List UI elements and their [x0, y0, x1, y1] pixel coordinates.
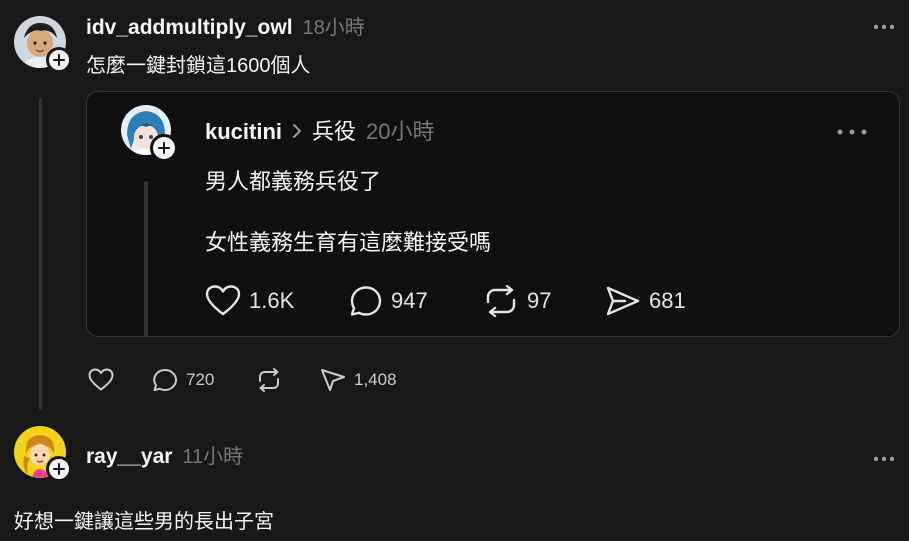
plus-icon — [53, 463, 65, 475]
thread-line — [39, 98, 42, 410]
repost-icon — [486, 285, 516, 317]
post1-time[interactable]: 18小時 — [303, 11, 365, 40]
comment-icon — [350, 286, 382, 316]
quoted-post-card[interactable]: kucitini 兵役 20小時 男人都義務兵役了 女性義務生育有這麼難接受嗎 … — [86, 91, 900, 337]
quoted-reply-count: 947 — [391, 288, 428, 313]
quoted-thread-line — [144, 181, 148, 337]
more-options-button[interactable] — [873, 17, 895, 35]
post1-share-button[interactable]: 1,408 — [320, 368, 397, 392]
chevron-right-icon — [292, 122, 302, 145]
quoted-reply-button[interactable]: 947 — [349, 285, 428, 317]
quoted-time[interactable]: 20小時 — [366, 114, 434, 146]
heart-icon — [88, 368, 114, 391]
send-icon — [321, 369, 345, 391]
quoted-text-line2: 女性義務生育有這麼難接受嗎 — [205, 230, 492, 255]
post1-reply-count: 720 — [186, 370, 215, 389]
post1-like-button[interactable] — [88, 368, 114, 392]
quoted-like-button[interactable]: 1.6K — [205, 285, 294, 317]
follow-plus-button[interactable] — [46, 47, 72, 73]
post2-follow-plus-button[interactable] — [46, 456, 72, 482]
post1-text: 怎麼一鍵封鎖這1600個人 — [86, 55, 311, 77]
post1-repost-button[interactable] — [256, 368, 282, 392]
post2-time[interactable]: 11小時 — [182, 440, 243, 469]
heart-icon — [205, 285, 241, 316]
repost-icon — [259, 368, 279, 392]
quoted-share-count: 681 — [649, 288, 686, 313]
quoted-text-line1: 男人都義務兵役了 — [205, 169, 382, 194]
quoted-follow-plus-button[interactable] — [150, 134, 178, 162]
comment-icon — [153, 369, 177, 391]
post1-username[interactable]: idv_addmultiply_owl — [86, 16, 293, 40]
quoted-repost-count: 97 — [527, 288, 552, 313]
post2-username[interactable]: ray__yar — [86, 445, 172, 469]
post2-more-options-button[interactable] — [873, 449, 895, 467]
more-dots-icon — [837, 129, 867, 135]
quoted-more-options-button[interactable] — [837, 122, 867, 140]
quoted-like-count: 1.6K — [249, 288, 295, 313]
quoted-username[interactable]: kucitini — [205, 119, 282, 145]
more-dots-icon — [873, 456, 895, 462]
post1-share-count: 1,408 — [354, 370, 397, 389]
quoted-share-button[interactable]: 681 — [605, 285, 686, 317]
plus-icon — [158, 142, 170, 154]
post1-reply-button[interactable]: 720 — [152, 368, 214, 392]
quoted-topic[interactable]: 兵役 — [312, 114, 356, 146]
more-dots-icon — [873, 24, 895, 30]
plus-icon — [53, 54, 65, 66]
post2-text: 好想一鍵讓這些男的長出子宮 — [14, 511, 274, 533]
send-icon — [606, 286, 640, 316]
quoted-repost-button[interactable]: 97 — [483, 285, 551, 317]
